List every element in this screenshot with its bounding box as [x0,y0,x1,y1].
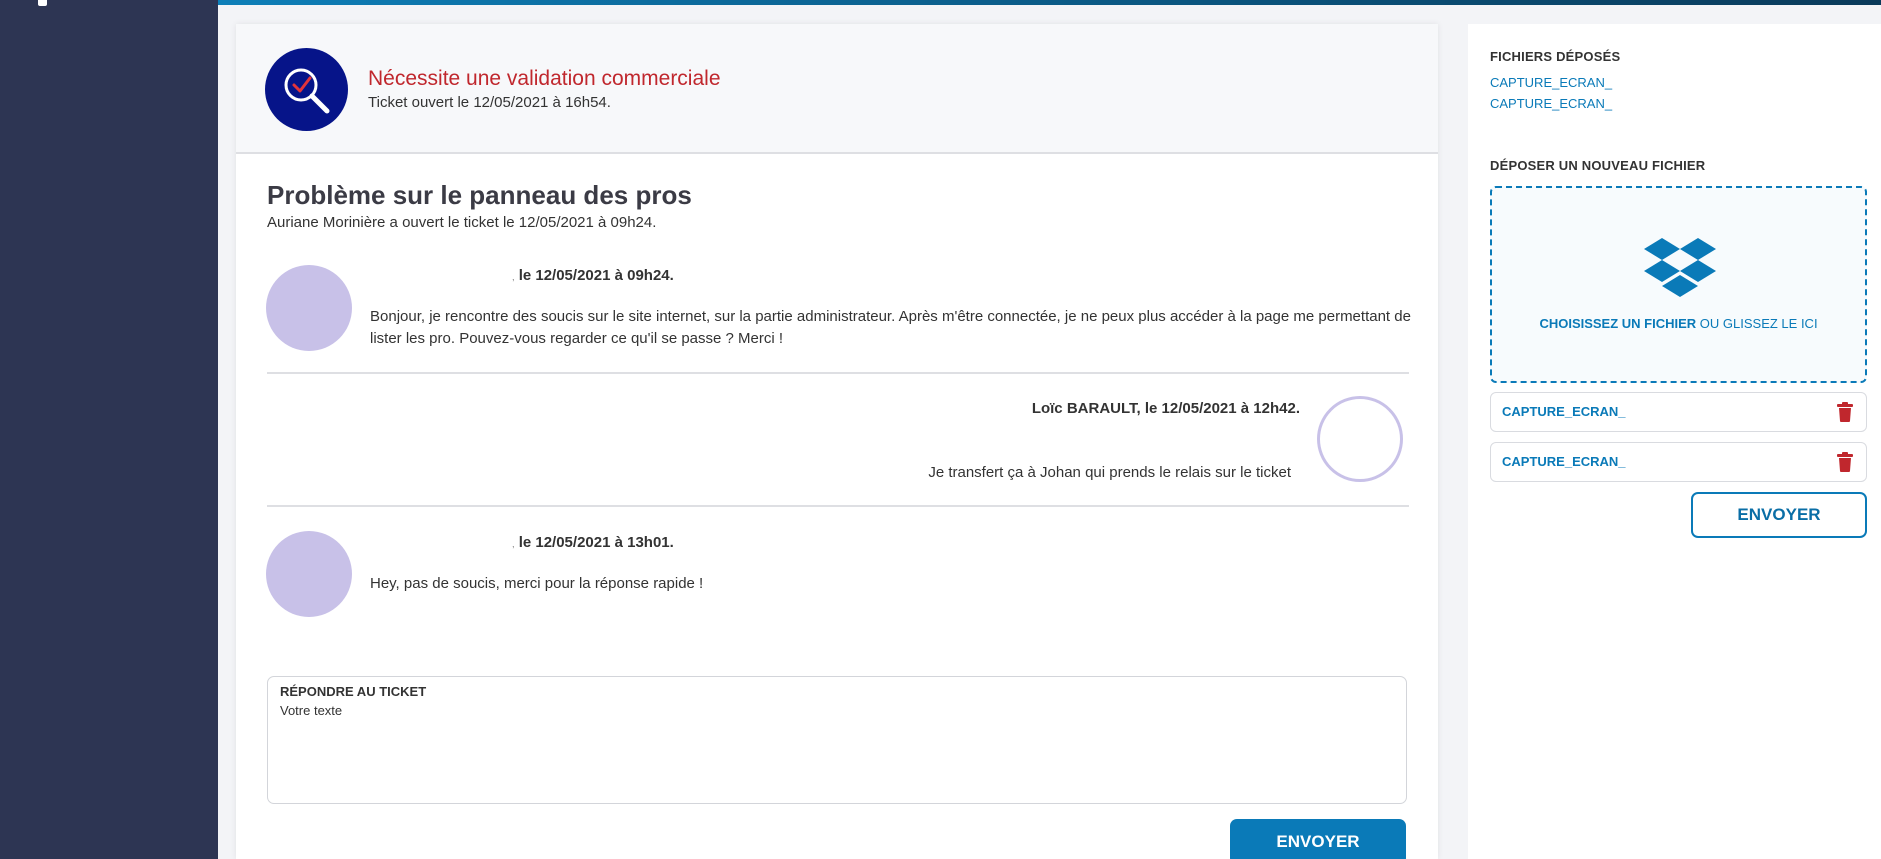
message-text: Je transfert ça à Johan qui prends le re… [928,464,1291,481]
sidebar-logo-fragment [38,0,47,6]
message-text: Bonjour, je rencontre des soucis sur le … [370,308,1411,347]
message-author: Loïc BARAULT, le 12/05/2021 à 12h42. [1031,400,1300,417]
sidebar [0,0,218,859]
file-dropzone[interactable]: CHOISISSEZ UN FICHIER OU GLISSEZ LE ICI [1490,186,1867,383]
message-author: , le 12/05/2021 à 09h24. [512,267,674,284]
pending-file-name: CAPTURE_ECRAN_ [1502,454,1626,469]
deposited-files-heading: FICHIERS DÉPOSÉS [1490,49,1621,64]
pending-file-name: CAPTURE_ECRAN_ [1502,404,1626,419]
avatar [266,265,352,351]
choose-file-link[interactable]: CHOISISSEZ UN FICHIER [1539,316,1696,331]
author-name-fragment: , [512,272,515,282]
reply-box: RÉPONDRE AU TICKET [267,676,1407,804]
deposited-file-link[interactable]: CAPTURE_ECRAN_ [1490,96,1612,111]
trash-icon[interactable] [1836,452,1854,472]
trash-icon[interactable] [1836,402,1854,422]
magnifier-check-icon [265,48,348,131]
message-author: , le 12/05/2021 à 13h01. [512,534,674,551]
ticket-status-header: Nécessite une validation commerciale Tic… [236,24,1438,154]
upload-files-button[interactable]: ENVOYER [1691,492,1867,538]
top-accent-bar [218,0,1881,5]
dropzone-hint: OU GLISSEZ LE ICI [1696,316,1818,331]
ticket-panel: Nécessite une validation commerciale Tic… [236,24,1438,859]
avatar [266,531,352,617]
files-panel: FICHIERS DÉPOSÉS CAPTURE_ECRAN_ CAPTURE_… [1468,24,1881,859]
ticket-title: Problème sur le panneau des pros [267,180,692,210]
message-divider [267,372,1409,374]
reply-input[interactable] [280,703,1390,793]
message-date: le 12/05/2021 à 13h01. [518,534,674,551]
author-name-fragment: , [512,539,515,549]
ticket-status-title: Nécessite une validation commerciale [368,67,721,90]
pending-file-row: CAPTURE_ECRAN_ [1490,442,1867,482]
deposited-file-link[interactable]: CAPTURE_ECRAN_ [1490,75,1612,90]
dropzone-text: CHOISISSEZ UN FICHIER OU GLISSEZ LE ICI [1492,316,1865,331]
pending-file-row: CAPTURE_ECRAN_ [1490,392,1867,432]
upload-heading: DÉPOSER UN NOUVEAU FICHIER [1490,158,1706,173]
message-date: le 12/05/2021 à 09h24. [518,267,674,284]
message-divider [267,505,1409,507]
ticket-subtitle: Auriane Morinière a ouvert le ticket le … [267,214,657,231]
message-text: Hey, pas de soucis, merci pour la répons… [370,575,704,592]
avatar [1317,396,1403,482]
ticket-opened-date: Ticket ouvert le 12/05/2021 à 16h54. [368,94,611,111]
send-reply-button[interactable]: ENVOYER [1230,819,1406,859]
reply-label: RÉPONDRE AU TICKET [280,684,427,699]
dropbox-icon [1644,238,1716,297]
